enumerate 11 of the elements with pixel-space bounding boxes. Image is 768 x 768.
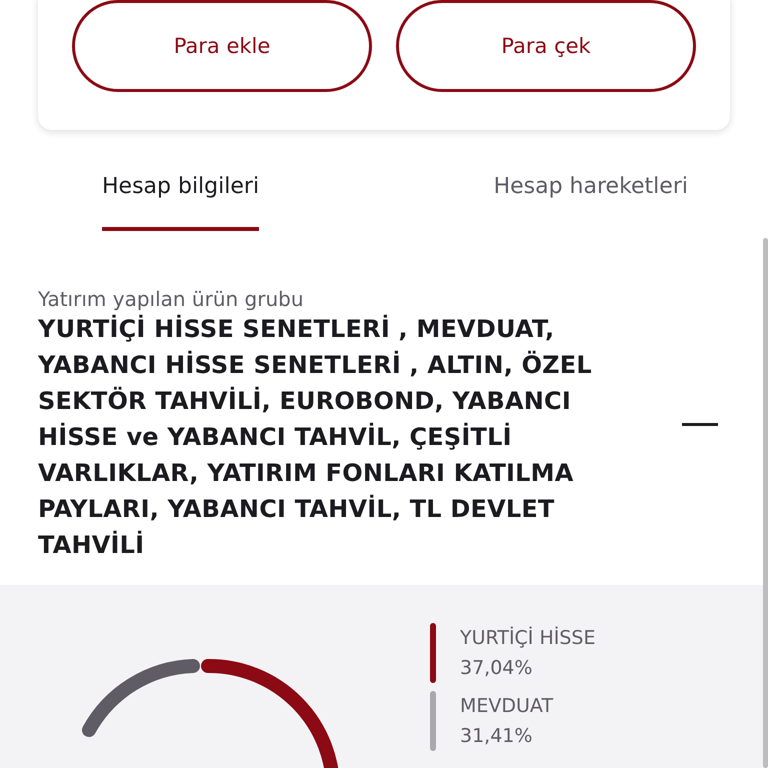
legend-percent: 37,04% — [460, 656, 534, 681]
field-value: YURTİÇİ HİSSE SENETLERİ , MEVDUAT, YABANCI HİSSE SENETLERİ , ALTIN, ÖZEL SEKTÖR TAHVİLİ, EUROBOND, YABANCI HİSSE ve YABANCI TAHVİL, ÇEŞİTLİ VARLIKLAR, YATIRIM FONLARI KATILMA PAYLARI, YABANCI TAHVİL, TL DEVLET TAHVİLİ — [38, 314, 593, 561]
scrollbar[interactable] — [763, 238, 768, 768]
tab[interactable]: Hesap hareketleri — [494, 174, 688, 231]
legend-label: MEVDUAT — [460, 694, 554, 719]
field-label: Yatırım yapılan ürün grubu — [38, 287, 304, 311]
action-button[interactable]: Para çek — [396, 0, 696, 92]
legend-percent: 31,41% — [460, 724, 534, 749]
tab[interactable]: Hesap bilgileri — [102, 174, 260, 231]
legend-label: YURTİÇİ HİSSE — [460, 626, 596, 651]
action-button[interactable]: Para ekle — [72, 0, 372, 92]
